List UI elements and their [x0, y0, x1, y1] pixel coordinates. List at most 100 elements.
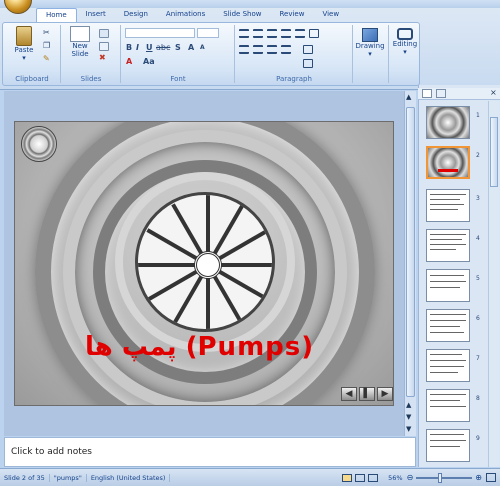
tab-design[interactable]: Design — [115, 8, 157, 22]
justify-icon[interactable] — [281, 45, 291, 54]
strikethrough-button[interactable]: abc — [156, 43, 170, 52]
slide-number: 4 — [476, 235, 480, 242]
slide-thumbnail[interactable] — [426, 309, 470, 342]
slide-show-icon[interactable] — [368, 473, 379, 482]
tab-home[interactable]: Home — [36, 8, 77, 22]
decrease-indent-icon[interactable] — [267, 29, 277, 38]
italic-button[interactable]: I — [136, 43, 139, 52]
outline-tab[interactable] — [436, 89, 446, 98]
format-painter-icon[interactable]: ✎ — [43, 54, 50, 63]
new-slide-label: New Slide — [71, 42, 89, 58]
bullets-icon[interactable] — [239, 29, 249, 38]
numbering-icon[interactable] — [253, 29, 263, 38]
ribbon: Home Insert Design Animations Slide Show… — [0, 0, 500, 90]
slide-number: 3 — [476, 195, 480, 202]
editor-vertical-scrollbar[interactable]: ▲ ▲ ▼ ▼ — [404, 91, 416, 436]
slide-thumbnail[interactable] — [426, 429, 470, 462]
new-slide-button[interactable]: New Slide — [65, 26, 95, 58]
underline-button[interactable]: U — [146, 43, 153, 52]
tab-animations[interactable]: Animations — [157, 8, 214, 22]
zoom-level[interactable]: 56% — [384, 474, 406, 482]
zoom-slider-handle[interactable] — [438, 472, 443, 483]
align-left-icon[interactable] — [239, 45, 249, 54]
home-button[interactable]: ▌ — [359, 387, 375, 401]
notes-pane[interactable]: Click to add notes — [4, 437, 416, 467]
columns-icon[interactable] — [309, 29, 319, 38]
zoom-out-icon[interactable]: ⊖ — [407, 473, 414, 482]
tab-insert[interactable]: Insert — [77, 8, 115, 22]
increase-indent-icon[interactable] — [281, 29, 291, 38]
wheel-hub — [135, 192, 275, 332]
divider — [352, 25, 353, 83]
chevron-down-icon: ▾ — [368, 50, 372, 58]
slide-thumbnail[interactable] — [426, 269, 470, 302]
copy-icon[interactable]: ❐ — [43, 41, 50, 50]
language-indicator[interactable]: English (United States) — [87, 473, 171, 482]
drawing-button[interactable]: Drawing ▾ — [355, 28, 385, 58]
slide-thumbnail[interactable] — [426, 189, 470, 222]
tab-review[interactable]: Review — [270, 8, 313, 22]
font-color-button[interactable]: A — [126, 57, 132, 66]
slide-thumbnail[interactable] — [426, 229, 470, 262]
slides-tab[interactable] — [422, 89, 432, 98]
next-button[interactable]: ▶ — [377, 387, 393, 401]
paste-icon — [16, 26, 32, 46]
tab-view[interactable]: View — [313, 8, 348, 22]
shrink-font-button[interactable]: A — [200, 44, 205, 51]
shadow-button[interactable]: S — [175, 43, 181, 52]
paste-button[interactable]: Paste ▾ — [9, 26, 39, 62]
office-button[interactable] — [4, 0, 32, 14]
slide-canvas[interactable]: پمپ ها (Pumps) ◀ ▌ ▶ — [14, 121, 394, 406]
normal-view-icon[interactable] — [342, 473, 353, 482]
font-size-field[interactable] — [197, 28, 219, 38]
grow-font-button[interactable]: A — [188, 43, 194, 52]
slide-thumbnail[interactable] — [426, 349, 470, 382]
slide-title[interactable]: پمپ ها (Pumps) — [85, 332, 345, 362]
fit-to-window-icon[interactable] — [486, 473, 496, 482]
scroll-down-icon[interactable]: ▼ — [406, 425, 411, 433]
align-center-icon[interactable] — [253, 45, 263, 54]
change-case-button[interactable]: Aa — [143, 57, 155, 66]
layout-icon[interactable] — [99, 29, 109, 38]
paragraph-group-label: Paragraph — [276, 75, 312, 83]
slide-thumbnail[interactable] — [426, 106, 470, 139]
font-name-field[interactable] — [125, 28, 195, 38]
editing-label: Editing — [392, 40, 418, 48]
slides-group-label: Slides — [80, 75, 102, 83]
title-bar — [0, 0, 500, 8]
line-spacing-icon[interactable] — [295, 29, 305, 38]
delete-slide-icon[interactable]: ✖ — [99, 53, 106, 62]
scroll-up-icon[interactable]: ▲ — [406, 93, 411, 101]
slide-sorter-icon[interactable] — [355, 473, 366, 482]
drawing-label: Drawing — [355, 42, 385, 50]
slide-thumbnail-selected[interactable] — [426, 146, 470, 179]
cut-icon[interactable]: ✂ — [43, 28, 50, 37]
tab-slide-show[interactable]: Slide Show — [214, 8, 270, 22]
slide-thumbnail[interactable] — [426, 389, 470, 422]
reset-icon[interactable] — [99, 42, 109, 51]
scroll-thumb[interactable] — [406, 107, 415, 397]
close-icon[interactable]: × — [490, 88, 497, 97]
text-direction-icon[interactable] — [303, 45, 313, 54]
divider — [388, 25, 389, 83]
align-right-icon[interactable] — [267, 45, 277, 54]
previous-slide-icon[interactable]: ▲ — [406, 401, 411, 409]
zoom-slider[interactable] — [416, 472, 473, 483]
notes-placeholder[interactable]: Click to add notes — [11, 447, 92, 457]
divider — [120, 25, 121, 83]
theme-name[interactable]: "pumps" — [50, 473, 87, 482]
scroll-thumb[interactable] — [490, 117, 498, 187]
thumbnail-scrollbar[interactable] — [488, 101, 499, 467]
thumbnail-panel-tabs: × — [418, 88, 500, 100]
divider — [234, 25, 235, 83]
slide-number: 9 — [476, 435, 480, 442]
previous-button[interactable]: ◀ — [341, 387, 357, 401]
zoom-in-icon[interactable]: ⊕ — [475, 473, 482, 482]
editing-button[interactable]: Editing ▾ — [391, 28, 419, 56]
slide-number: 5 — [476, 275, 480, 282]
thumb-red-title — [438, 169, 458, 172]
next-slide-icon[interactable]: ▼ — [406, 413, 411, 421]
binoculars-icon — [397, 28, 413, 40]
bold-button[interactable]: B — [126, 43, 132, 52]
align-text-icon[interactable] — [303, 59, 313, 68]
